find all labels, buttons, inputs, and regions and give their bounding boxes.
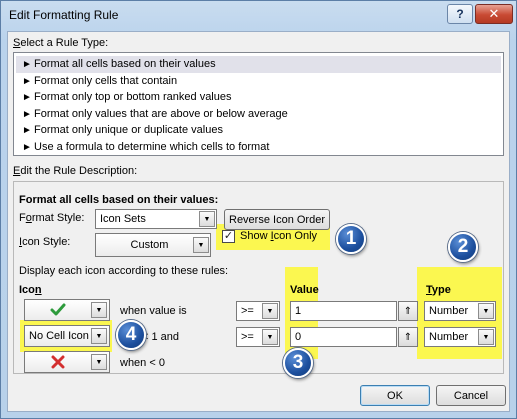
title-bar[interactable]: Edit Formatting Rule ? ✕ [1, 1, 516, 31]
chevron-down-icon: ▼ [478, 303, 494, 319]
rule-2-operator-select[interactable]: >= ▼ [236, 327, 280, 347]
format-style-select[interactable]: Icon Sets ▼ [95, 209, 217, 229]
green-check-icon [50, 303, 66, 316]
rule-2-icon-select[interactable]: No Cell Icon ▼ [24, 325, 110, 347]
rule-description-label: Edit the Rule Description: [13, 165, 138, 177]
rule-type-list[interactable]: ► Format all cells based on their values … [13, 52, 504, 156]
rule-1-type-select[interactable]: Number ▼ [424, 301, 496, 321]
rule-type-item[interactable]: ► Format all cells based on their values [16, 56, 501, 73]
callout-badge: 1 [336, 224, 366, 254]
rule-3-icon-select[interactable]: ▼ [24, 351, 110, 373]
arrow-icon: ► [22, 92, 32, 103]
rule-type-item[interactable]: ► Format only unique or duplicate values [16, 122, 501, 139]
rule-type-item[interactable]: ► Format only cells that contain [16, 73, 501, 90]
icon-style-label: Icon Style: [19, 236, 71, 248]
arrow-icon: ► [22, 108, 32, 120]
arrow-icon: ► [22, 75, 32, 87]
rule-1-range-picker[interactable]: ⇑ [398, 301, 418, 321]
rule-type-label: Select a Rule Type: [13, 37, 109, 49]
help-icon: ? [456, 7, 464, 21]
close-button[interactable]: ✕ [475, 4, 513, 24]
type-column-header: Type [426, 284, 451, 296]
window-title: Edit Formatting Rule [9, 8, 119, 22]
rule-1-condition: when value is [120, 305, 187, 317]
rule-2-condition: < 1 and [142, 331, 180, 343]
rule-1-type: Number [429, 305, 469, 317]
show-icon-only-label: Show Icon Only [240, 230, 318, 242]
format-all-heading: Format all cells based on their values: [19, 194, 219, 206]
format-style-label: Format Style: [19, 212, 85, 224]
dialog-body: Select a Rule Type: ► Format all cells ba… [7, 31, 510, 412]
callout-badge: 4 [116, 320, 146, 350]
arrow-icon: ► [22, 59, 32, 70]
icon-style-select[interactable]: Custom ▼ [95, 233, 211, 257]
no-cell-icon: No Cell Icon [29, 330, 89, 342]
format-style-value: Icon Sets [100, 213, 146, 225]
rule-description-panel: Format all cells based on their values: … [13, 181, 504, 378]
checkmark-icon: ✓ [223, 230, 234, 242]
value-column-header: Value [290, 284, 319, 296]
reverse-icon-order-button[interactable]: Reverse Icon Order [224, 209, 330, 230]
rule-1-value-input[interactable]: 1 [290, 301, 397, 321]
icon-style-value: Custom [130, 239, 169, 251]
help-button[interactable]: ? [447, 4, 473, 24]
callout-badge: 2 [448, 232, 478, 262]
red-x-icon [51, 355, 65, 369]
rule-2-type-select[interactable]: Number ▼ [424, 327, 496, 347]
rule-2-value-input[interactable]: 0 [290, 327, 397, 347]
rule-1-operator: >= [241, 305, 254, 317]
display-rules-label: Display each icon according to these rul… [19, 265, 229, 277]
chevron-down-icon: ▼ [91, 354, 107, 370]
chevron-down-icon: ▼ [91, 328, 107, 344]
chevron-down-icon: ▼ [193, 237, 209, 253]
cancel-button[interactable]: Cancel [436, 385, 506, 406]
close-icon: ✕ [488, 6, 500, 21]
ok-button[interactable]: OK [360, 385, 430, 406]
edit-formatting-rule-dialog: Edit Formatting Rule ? ✕ Select a Rule T… [0, 0, 517, 419]
chevron-down-icon: ▼ [478, 329, 494, 345]
rule-3-condition: when < 0 [120, 357, 165, 369]
arrow-icon: ► [22, 141, 32, 153]
rule-2-range-picker[interactable]: ⇑ [398, 327, 418, 347]
chevron-down-icon: ▼ [262, 303, 278, 319]
rule-2-operator: >= [241, 331, 254, 343]
range-picker-icon: ⇑ [403, 305, 413, 317]
rule-type-item[interactable]: ► Use a formula to determine which cells … [16, 139, 501, 156]
arrow-icon: ► [22, 125, 32, 136]
chevron-down-icon: ▼ [91, 302, 107, 318]
rule-1-operator-select[interactable]: >= ▼ [236, 301, 280, 321]
show-icon-only-checkbox[interactable]: ✓ [222, 230, 235, 243]
range-picker-icon: ⇑ [403, 331, 413, 343]
rule-type-item[interactable]: ► Format only top or bottom ranked values [16, 89, 501, 106]
chevron-down-icon: ▼ [199, 211, 215, 227]
rule-2-type: Number [429, 331, 469, 343]
rule-type-item[interactable]: ► Format only values that are above or be… [16, 106, 501, 123]
icon-column-header: Icon [19, 284, 42, 296]
rule-1-icon-select[interactable]: ▼ [24, 299, 110, 321]
chevron-down-icon: ▼ [262, 329, 278, 345]
callout-badge: 3 [283, 348, 313, 378]
